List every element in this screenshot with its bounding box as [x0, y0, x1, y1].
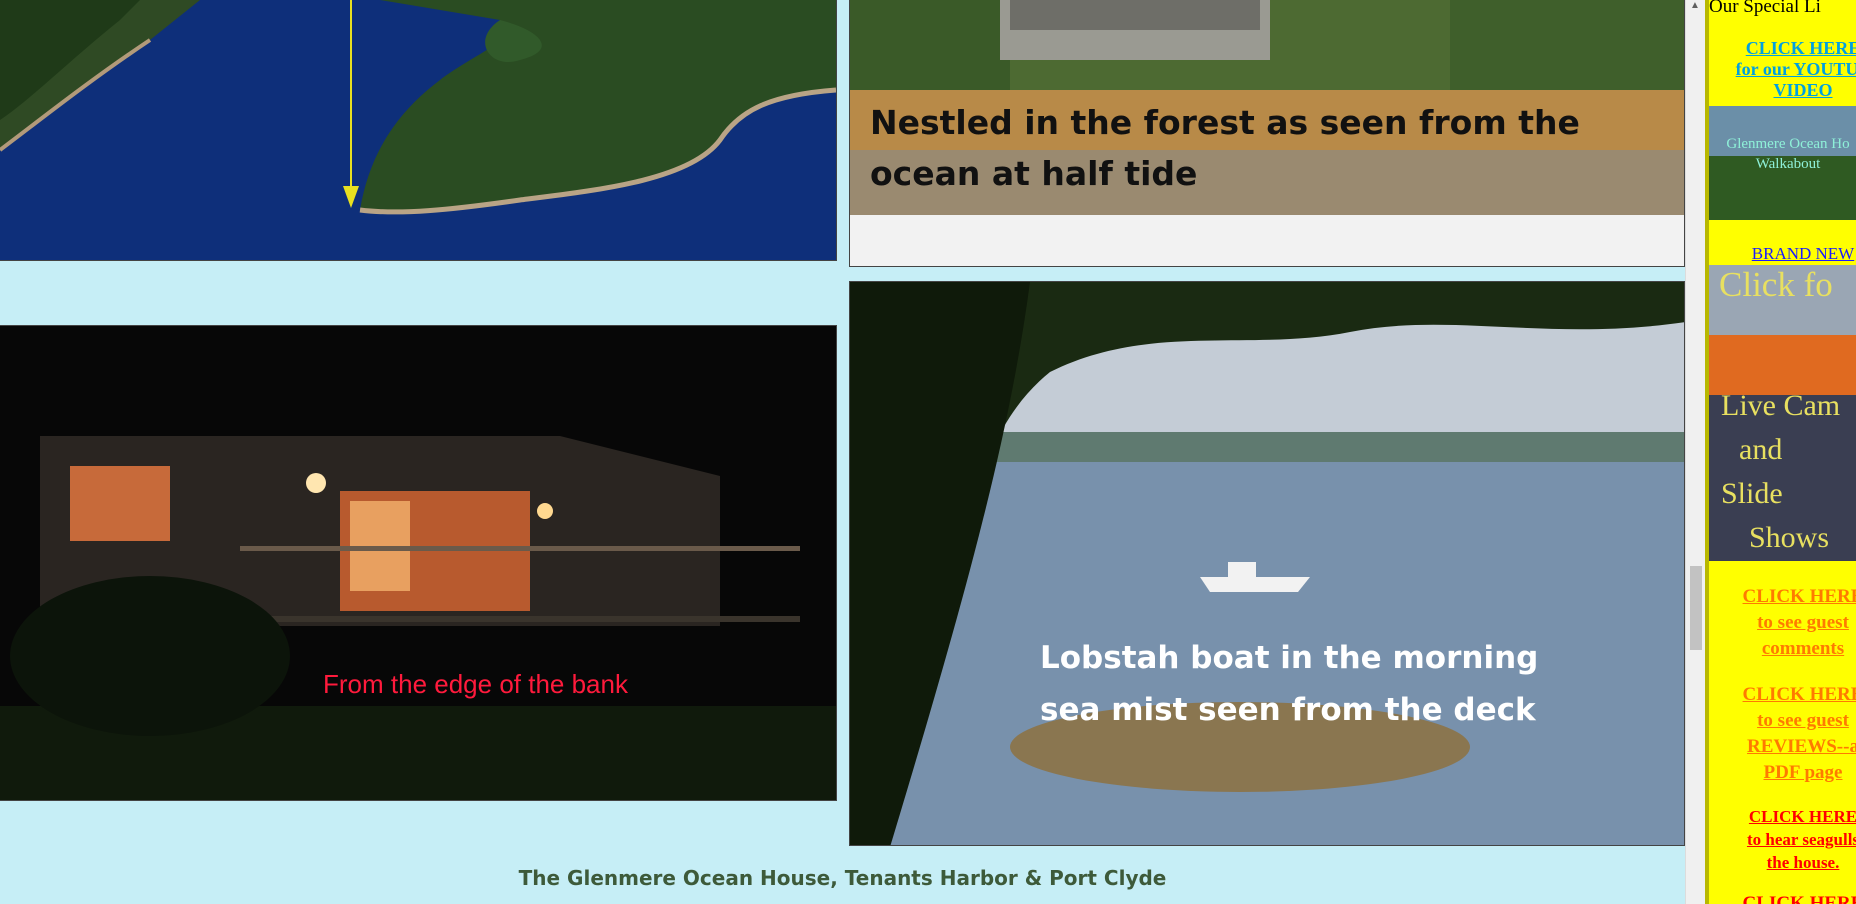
cam-thumb-line-5: Shows	[1749, 521, 1830, 554]
guest-reviews-link[interactable]: CLICK HERE to see guest REVIEWS--a PDF p…	[1709, 682, 1856, 786]
cam-thumb-line-4: Slide	[1721, 477, 1783, 510]
vertical-scrollbar[interactable]: ▲	[1685, 0, 1705, 904]
video-thumbnail[interactable]: Glenmere Ocean Ho Walkabout	[1709, 106, 1856, 220]
brand-new-link[interactable]: BRAND NEW	[1709, 244, 1856, 264]
more-link[interactable]: CLICK HERE	[1709, 893, 1856, 904]
night-house-photo: From the edge of the bank	[0, 325, 837, 801]
sidebar-heading: Our Special Li	[1709, 0, 1821, 17]
scroll-up-icon[interactable]: ▲	[1690, 0, 1700, 11]
lobster-boat-photo: Lobstah boat in the morning sea mist see…	[849, 281, 1685, 846]
lobster-caption: Lobstah boat in the morning sea mist see…	[1040, 640, 1539, 728]
video-thumb-text: Glenmere Ocean Ho Walkabout	[1726, 136, 1850, 172]
guest-comments-link[interactable]: CLICK HERE to see guest comments	[1709, 584, 1856, 662]
forest-caption: Nestled in the forest as seen from the o…	[870, 103, 1580, 193]
cam-thumb-line-3: and	[1739, 433, 1783, 466]
live-cam-thumbnail[interactable]: Click fo Live Cam and Slide Shows	[1709, 265, 1856, 561]
cam-thumb-line-2: Live Cam	[1721, 389, 1841, 422]
special-links-sidebar: Our Special Li CLICK HERE for our YOUTUB…	[1705, 0, 1856, 904]
aerial-harbor-photo	[0, 0, 837, 261]
scrollbar-thumb[interactable]	[1690, 566, 1702, 650]
youtube-video-link[interactable]: CLICK HERE for our YOUTUB VIDEO	[1709, 38, 1856, 101]
forest-house-photo: Nestled in the forest as seen from the o…	[849, 0, 1685, 267]
bank-caption: From the edge of the bank	[323, 669, 628, 699]
footer-text: The Glenmere Ocean House, Tenants Harbor…	[518, 866, 1167, 890]
cam-thumb-line-1: Click fo	[1719, 265, 1833, 304]
seagulls-audio-link[interactable]: CLICK HERE to hear seagulls the house.	[1709, 805, 1856, 874]
